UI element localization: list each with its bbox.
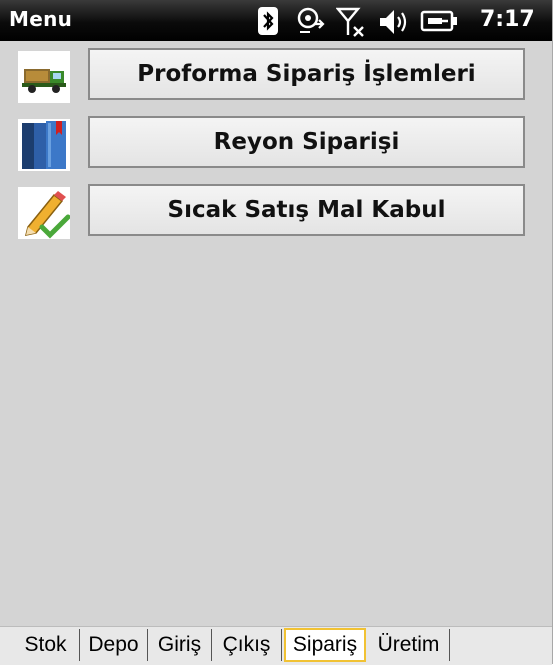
sync-icon: [296, 7, 325, 35]
menu-row-sicak-satis: Sıcak Satış Mal Kabul: [0, 184, 552, 242]
clock: 7:17: [480, 7, 535, 32]
tab-siparis[interactable]: Sipariş: [284, 628, 366, 662]
tab-cikis[interactable]: Çıkış: [212, 629, 282, 661]
sicak-satis-mal-kabul-button[interactable]: Sıcak Satış Mal Kabul: [88, 184, 525, 236]
tab-bar: Stok Depo Giriş Çıkış Sipariş Üretim: [0, 626, 552, 665]
tab-depo[interactable]: Depo: [80, 629, 148, 661]
pencil-check-icon: [18, 187, 71, 239]
proforma-siparis-button[interactable]: Proforma Sipariş İşlemleri: [88, 48, 525, 100]
tab-stok[interactable]: Stok: [12, 629, 80, 661]
menu-row-reyon: Reyon Siparişi: [0, 116, 552, 174]
books-icon: [18, 119, 70, 171]
app-window: Menu 7:17 Proforma Sipariş İşlemleri Rey…: [0, 0, 553, 665]
status-bar: Menu 7:17: [0, 0, 552, 41]
bluetooth-icon: [254, 7, 282, 35]
truck-icon: [18, 51, 70, 103]
tab-giris[interactable]: Giriş: [148, 629, 212, 661]
menu-title[interactable]: Menu: [9, 7, 72, 31]
reyon-siparisi-button[interactable]: Reyon Siparişi: [88, 116, 525, 168]
volume-icon: [378, 7, 407, 35]
menu-row-proforma: Proforma Sipariş İşlemleri: [0, 48, 552, 106]
tab-uretim[interactable]: Üretim: [368, 629, 450, 661]
no-signal-icon: [335, 7, 364, 37]
battery-charging-icon: [420, 7, 460, 35]
